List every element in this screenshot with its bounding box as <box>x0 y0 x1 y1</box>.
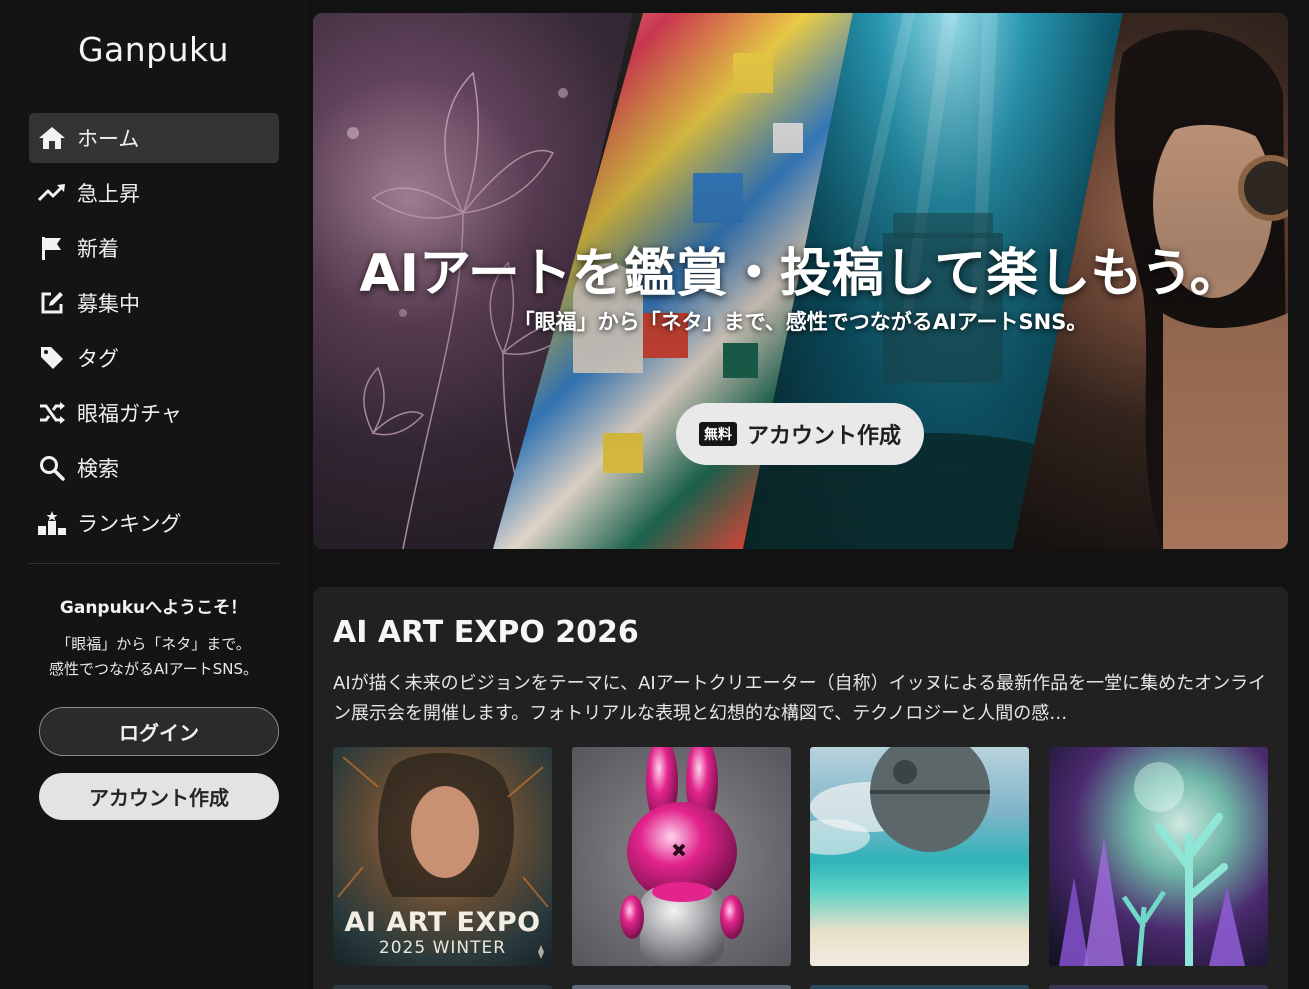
signup-button[interactable]: アカウント作成 <box>39 773 279 820</box>
hero-signup-label: アカウント作成 <box>746 424 901 449</box>
edit-icon <box>37 288 67 318</box>
expo-thumbnail[interactable] <box>1049 747 1268 966</box>
sidebar-item-label: 眼福ガチャ <box>77 402 182 426</box>
expo-card: AI ART EXPO 2026 AIが描く未来のビジョンをテーマに、AIアート… <box>313 587 1288 989</box>
welcome-text: 「眼福」から「ネタ」まで。 感性でつながるAIアートSNS。 <box>0 632 307 682</box>
sidebar-item-label: 検索 <box>77 457 119 481</box>
expo-thumbnail[interactable]: AI ART EXPO 2025 WINTER <box>333 747 552 966</box>
sidebar-item-recruiting[interactable]: 募集中 <box>29 278 279 328</box>
ranking-icon <box>37 508 67 538</box>
thumbnail-title: AI ART EXPO <box>344 907 541 938</box>
sidebar-item-home[interactable]: ホーム <box>29 113 279 163</box>
tag-icon <box>37 343 67 373</box>
sidebar-item-ranking[interactable]: ランキング <box>29 498 279 548</box>
expo-title[interactable]: AI ART EXPO 2026 <box>333 615 639 650</box>
sidebar-item-label: ランキング <box>77 512 182 536</box>
sidebar-item-label: 新着 <box>77 237 119 261</box>
sidebar-item-label: ホーム <box>77 127 140 151</box>
expo-thumbnail[interactable] <box>572 747 791 966</box>
expo-description: AIが描く未来のビジョンをテーマに、AIアートクリエーター（自称）イッヌによる最… <box>333 673 1267 724</box>
expo-thumbnail[interactable] <box>810 985 1029 989</box>
welcome-title: Ganpukuへようこそ！ <box>59 598 248 618</box>
hero-title: AIアートを鑑賞・投稿して楽しもう。 <box>359 244 1242 304</box>
flag-icon <box>37 233 67 263</box>
expo-thumbnail[interactable] <box>333 985 552 989</box>
hero-banner: AIアートを鑑賞・投稿して楽しもう。 「眼福」から「ネタ」まで、感性でつながるA… <box>313 13 1288 549</box>
free-badge: 無料 <box>698 422 737 446</box>
hero-subtitle: 「眼福」から「ネタ」まで、感性でつながるAIアートSNS。 <box>513 310 1088 334</box>
sidebar-item-gacha[interactable]: 眼福ガチャ <box>29 388 279 438</box>
expo-thumbnail[interactable] <box>572 985 791 989</box>
sidebar-item-new[interactable]: 新着 <box>29 223 279 273</box>
trending-up-icon <box>37 178 67 208</box>
welcome-line: 「眼福」から「ネタ」まで。 <box>56 635 251 653</box>
shuffle-icon <box>37 398 67 428</box>
hero-signup-button[interactable]: 無料 アカウント作成 <box>676 403 924 465</box>
sidebar-item-tags[interactable]: タグ <box>29 333 279 383</box>
sidebar-item-label: 募集中 <box>77 292 140 316</box>
expo-thumbnail[interactable] <box>1049 985 1268 989</box>
sidebar: Ganpuku ホーム 急上昇 新着 募集中 タグ 眼福ガチャ 検索 ランキング… <box>0 0 307 989</box>
search-icon <box>37 453 67 483</box>
sidebar-item-label: 急上昇 <box>77 182 140 206</box>
home-icon <box>37 123 67 153</box>
welcome-line: 感性でつながるAIアートSNS。 <box>48 660 259 678</box>
login-button[interactable]: ログイン <box>39 707 279 756</box>
sidebar-nav: ホーム 急上昇 新着 募集中 タグ 眼福ガチャ 検索 ランキング <box>29 113 279 553</box>
sidebar-item-trending[interactable]: 急上昇 <box>29 168 279 218</box>
sidebar-item-search[interactable]: 検索 <box>29 443 279 493</box>
logo[interactable]: Ganpuku <box>0 30 307 69</box>
expo-thumbnail[interactable] <box>810 747 1029 966</box>
thumbnail-subtitle: 2025 WINTER <box>378 938 507 958</box>
sidebar-divider <box>29 563 279 564</box>
sidebar-item-label: タグ <box>77 347 119 371</box>
